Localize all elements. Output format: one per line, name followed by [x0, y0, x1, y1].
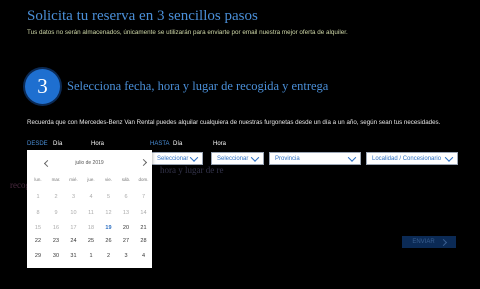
calendar-day[interactable]: 4 [135, 253, 153, 259]
calendar-day[interactable]: 6 [117, 194, 135, 200]
calendar-day[interactable]: 31 [65, 253, 83, 259]
calendar-day[interactable]: 30 [47, 253, 65, 259]
hasta-day-value: Seleccionar [157, 155, 189, 162]
desde-day-label: Día [53, 141, 63, 147]
calendar-day[interactable]: 20 [117, 225, 135, 231]
calendar-day[interactable]: 18 [82, 225, 100, 231]
hasta-hour-select[interactable]: Seleccionar [211, 152, 264, 165]
calendar-day[interactable]: 22 [29, 238, 47, 244]
calendar-day[interactable]: 3 [65, 194, 83, 200]
weekday-label: jue. [87, 177, 95, 182]
calendar-day[interactable]: 27 [117, 238, 135, 244]
section-title: Selecciona fecha, hora y lugar de recogi… [67, 79, 329, 93]
hasta-day-select[interactable]: Seleccionar [151, 152, 203, 165]
chevron-down-icon [347, 152, 357, 162]
calendar-day[interactable]: 24 [65, 238, 83, 244]
calendar-day[interactable]: 13 [117, 210, 135, 216]
weekday-label: mar. [51, 177, 61, 182]
province-value: Provincia [275, 155, 300, 162]
desde-label: DESDE [27, 141, 48, 147]
background-text: hora y lugar de re [160, 165, 224, 175]
calendar-day[interactable]: 25 [82, 238, 100, 244]
chevron-down-icon [250, 152, 260, 162]
weekday-label: vie. [104, 177, 112, 182]
calendar-day[interactable]: 3 [117, 253, 135, 259]
calendar-day[interactable]: 11 [82, 210, 100, 216]
calendar-day[interactable]: 12 [100, 210, 118, 216]
chevron-right-icon [439, 238, 447, 246]
calendar-day[interactable]: 23 [47, 238, 65, 244]
calendar-day[interactable]: 19 [100, 225, 118, 231]
weekday-label: dom. [138, 177, 149, 182]
page-title: Solicita tu reserva en 3 sencillos pasos [27, 8, 258, 24]
weekday-label: sáb. [121, 177, 131, 182]
calendar-day[interactable]: 9 [47, 210, 65, 216]
hasta-hour-label: Hora [213, 141, 227, 147]
calendar-day[interactable]: 8 [29, 210, 47, 216]
submit-button[interactable]: ENVIAR [402, 236, 456, 248]
desde-hour-label: Hora [91, 141, 105, 147]
hasta-day-label: Día [173, 141, 183, 147]
calendar-month: julio de 2019 [75, 160, 104, 166]
calendar-day[interactable]: 10 [65, 210, 83, 216]
calendar-header: julio de 2019 [27, 158, 152, 168]
calendar-day[interactable]: 15 [29, 225, 47, 231]
hasta-label: HASTA [150, 141, 170, 147]
calendar-day[interactable]: 5 [100, 194, 118, 200]
calendar-day[interactable]: 4 [82, 194, 100, 200]
calendar-day[interactable]: 28 [135, 238, 153, 244]
weekday-label: mié. [69, 177, 78, 182]
calendar-day[interactable]: 7 [135, 194, 153, 200]
submit-label: ENVIAR [412, 239, 435, 245]
chevron-down-icon [444, 152, 454, 162]
location-value: Localidad / Concesionario [372, 155, 442, 162]
date-picker: julio de 2019 lun. mar. mié. jue. vie. sáb. do… [27, 150, 152, 268]
calendar-day[interactable]: 17 [65, 225, 83, 231]
location-select[interactable]: Localidad / Concesionario [366, 152, 458, 165]
calendar-day[interactable]: 26 [100, 238, 118, 244]
weekday-label: lun. [34, 177, 42, 182]
calendar-day[interactable]: 16 [47, 225, 65, 231]
chevron-down-icon [189, 152, 199, 162]
province-select[interactable]: Provincia [269, 152, 361, 165]
calendar-day[interactable]: 2 [47, 194, 65, 200]
calendar-day[interactable]: 2 [100, 253, 118, 259]
calendar-day[interactable]: 14 [135, 210, 153, 216]
calendar-day[interactable]: 29 [29, 253, 47, 259]
calendar-day[interactable]: 21 [135, 225, 153, 231]
calendar-day[interactable]: 1 [29, 194, 47, 200]
hasta-hour-value: Seleccionar [217, 155, 249, 162]
step-number-badge: 3 [25, 69, 60, 104]
rental-hint: Recuerda que con Mercedes-Benz Van Renta… [27, 119, 441, 126]
privacy-note: Tus datos no serán almacenados, únicamen… [27, 29, 348, 36]
calendar-day[interactable]: 1 [82, 253, 100, 259]
